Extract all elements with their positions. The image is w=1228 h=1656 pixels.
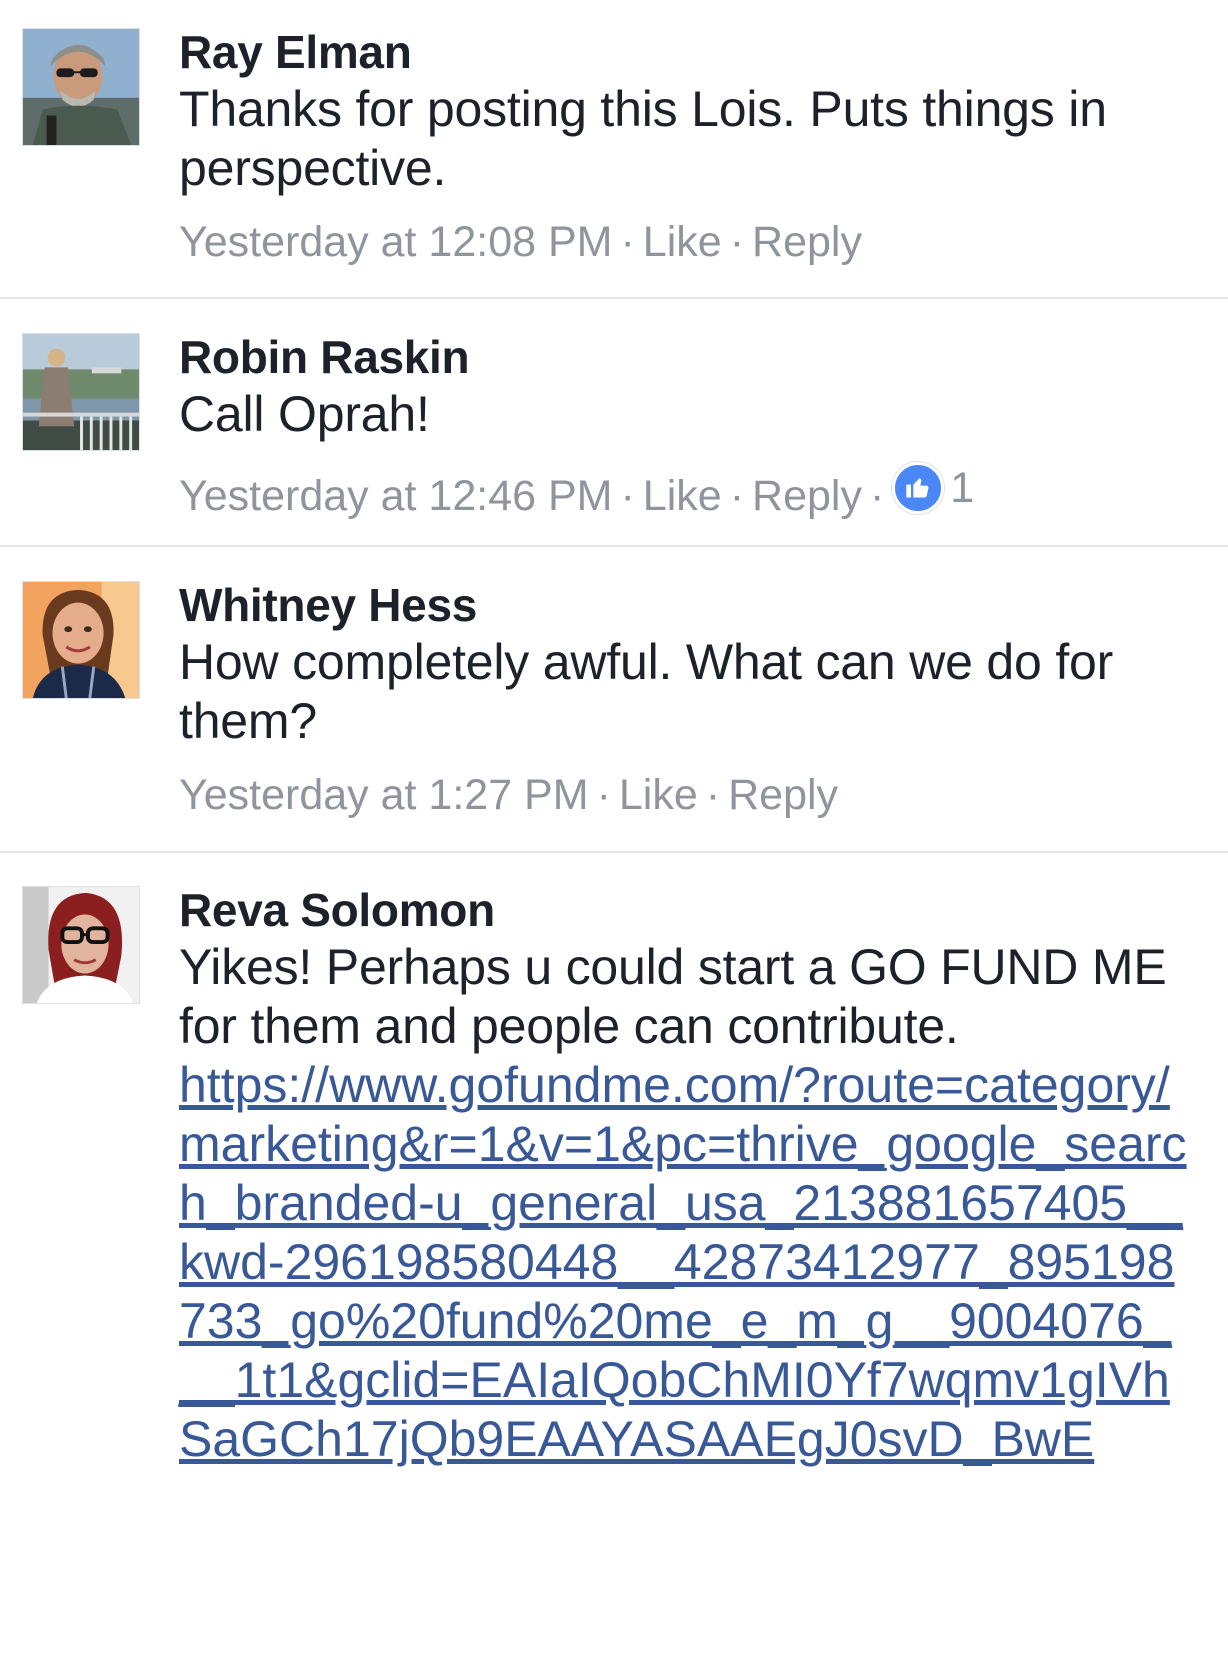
- avatar[interactable]: [22, 28, 140, 146]
- separator-dot: ·: [729, 218, 745, 266]
- profile-photo-reva-solomon: [23, 887, 139, 1003]
- comment-timestamp[interactable]: Yesterday at 1:27 PM: [179, 771, 589, 819]
- comment-author[interactable]: Robin Raskin: [179, 329, 1198, 385]
- reaction-count: 1: [950, 464, 975, 512]
- comment-author[interactable]: Ray Elman: [179, 24, 1198, 80]
- comment-body: Ray Elman Thanks for posting this Lois. …: [179, 24, 1198, 268]
- separator-dot: ·: [620, 472, 635, 520]
- comment-body: Reva Solomon Yikes! Perhaps u could star…: [179, 882, 1198, 1469]
- avatar[interactable]: [22, 886, 140, 1004]
- comment-timestamp[interactable]: Yesterday at 12:46 PM: [179, 472, 612, 520]
- profile-photo-ray-elman: [23, 29, 139, 145]
- comment-text: How completely awful. What can we do for…: [179, 634, 1114, 749]
- comment-link[interactable]: https://www.gofundme.com/?route=category…: [179, 1056, 1198, 1469]
- comment-thread: Ray Elman Thanks for posting this Lois. …: [0, 0, 1228, 1656]
- comment-meta: Yesterday at 12:08 PM · Like · Reply: [179, 216, 1198, 268]
- comment-text: Thanks for posting this Lois. Puts thing…: [179, 81, 1107, 196]
- comment-author[interactable]: Whitney Hess: [179, 577, 1198, 633]
- reply-button[interactable]: Reply: [752, 472, 862, 520]
- separator-dot: ·: [620, 218, 635, 266]
- comment-author[interactable]: Reva Solomon: [179, 882, 1198, 938]
- like-button[interactable]: Like: [643, 472, 722, 520]
- separator-dot: ·: [869, 472, 885, 520]
- comment-meta: Yesterday at 1:27 PM · Like · Reply: [179, 769, 1198, 821]
- like-button[interactable]: Like: [643, 218, 722, 266]
- comment-body: Whitney Hess How completely awful. What …: [179, 577, 1198, 821]
- comment-text: Call Oprah!: [179, 386, 430, 442]
- reply-button[interactable]: Reply: [728, 771, 838, 819]
- comment-timestamp[interactable]: Yesterday at 12:08 PM: [179, 218, 612, 266]
- comment-body: Robin Raskin Call Oprah! Yesterday at 12…: [179, 329, 1198, 522]
- avatar[interactable]: [22, 581, 140, 699]
- comment-divider: [0, 297, 1228, 299]
- comment-divider: [0, 851, 1228, 853]
- profile-photo-whitney-hess: [23, 582, 139, 698]
- comment-meta: Yesterday at 12:46 PM · Like · Reply · 1: [179, 462, 1198, 522]
- comment-divider: [0, 545, 1228, 547]
- comment-text: Yikes! Perhaps u could start a GO FUND M…: [179, 939, 1167, 1054]
- avatar[interactable]: [22, 333, 140, 451]
- separator-dot: ·: [729, 472, 745, 520]
- reply-button[interactable]: Reply: [752, 218, 862, 266]
- separator-dot: ·: [705, 771, 721, 819]
- like-reaction-icon: [892, 462, 945, 514]
- reaction-summary[interactable]: 1: [892, 462, 974, 514]
- separator-dot: ·: [596, 771, 611, 819]
- like-button[interactable]: Like: [619, 771, 698, 819]
- profile-photo-robin-raskin: [23, 334, 139, 450]
